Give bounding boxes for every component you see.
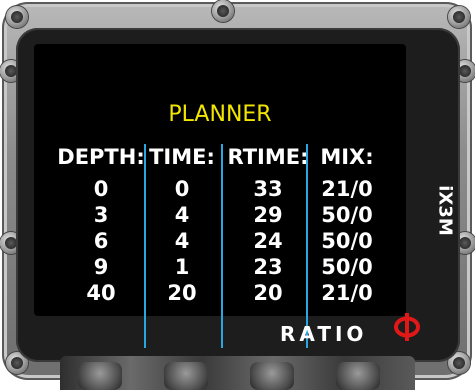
bottom-connector [60, 356, 415, 390]
screw-icon [448, 6, 470, 28]
button-stub-icon [336, 362, 380, 390]
screw-icon [6, 6, 28, 28]
time-cell: 4 [174, 229, 190, 253]
button-stub-icon [250, 362, 294, 390]
rtime-header: RTIME: [227, 145, 309, 169]
column-divider [306, 144, 308, 348]
page-title: PLANNER [168, 102, 272, 127]
rtime-cell: 33 [253, 177, 283, 201]
column-divider [221, 144, 223, 348]
time-header: TIME: [149, 145, 215, 169]
mix-cell: 50/0 [321, 203, 373, 227]
depth-cell: 40 [86, 281, 116, 305]
mix-cell: 21/0 [321, 281, 373, 305]
depth-cell: 0 [93, 177, 109, 201]
depth-header: DEPTH: [57, 145, 145, 169]
time-cell: 0 [174, 177, 190, 201]
mix-column: MIX: 21/0 50/0 50/0 50/0 21/0 [310, 144, 384, 306]
model-label: iX3M [434, 185, 456, 236]
mix-cell: 50/0 [321, 229, 373, 253]
rtime-column: RTIME: 33 29 24 23 20 [224, 144, 312, 306]
mix-cell: 21/0 [321, 177, 373, 201]
time-cell: 20 [167, 281, 197, 305]
time-cell: 4 [174, 203, 190, 227]
button-stub-icon [78, 362, 122, 390]
button-stub-icon [164, 362, 208, 390]
time-cell: 1 [174, 255, 190, 279]
rtime-cell: 20 [253, 281, 283, 305]
depth-cell: 3 [93, 203, 109, 227]
time-column: TIME: 0 4 4 1 20 [146, 144, 218, 306]
rtime-cell: 24 [253, 229, 283, 253]
depth-column: DEPTH: 0 3 6 9 40 [52, 144, 150, 306]
display-screen: PLANNER DEPTH: 0 3 6 9 40 TIME: 0 4 4 1 … [34, 44, 406, 348]
brand-logo-text: RATIO [280, 322, 368, 346]
rtime-cell: 23 [253, 255, 283, 279]
depth-cell: 6 [93, 229, 109, 253]
ratio-phi-logo-icon [394, 313, 420, 341]
mix-header: MIX: [320, 145, 374, 169]
mix-cell: 50/0 [321, 255, 373, 279]
depth-cell: 9 [93, 255, 109, 279]
rtime-cell: 29 [253, 203, 283, 227]
screw-icon [212, 0, 234, 22]
